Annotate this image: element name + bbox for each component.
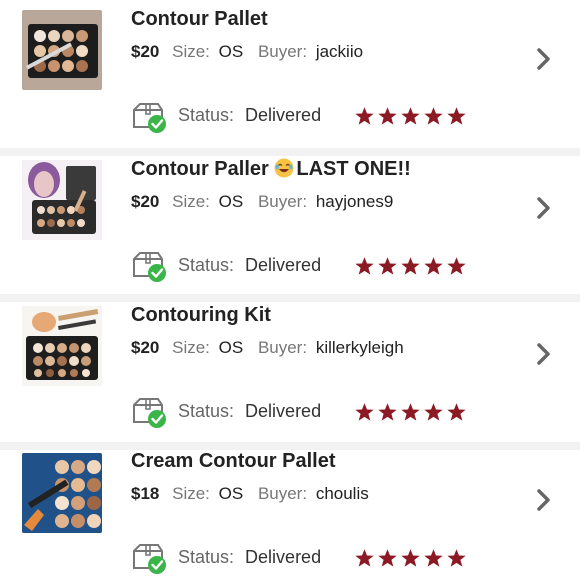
rating-stars [354,106,467,126]
star-icon [447,549,466,567]
chevron-right-icon[interactable] [534,47,554,71]
item-title: Contour Paller LAST ONE!! [131,158,411,181]
star-icon [378,403,397,421]
star-icon [424,403,443,421]
buyer-label: Buyer: [257,42,308,61]
size-value: OS [218,42,244,61]
product-thumbnail [22,160,102,240]
status-label: Status: [178,105,235,125]
delivered-box-icon [133,252,166,282]
item-meta: $20 Size: OS Buyer: killerkyleigh [131,338,414,358]
item-price: $20 [131,42,160,61]
list-item[interactable]: Contour Pallet $20 Size: OS Buyer: jacki… [0,0,580,148]
buyer-label: Buyer: [257,338,308,357]
buyer-name: hayjones9 [315,192,394,211]
delivered-box-icon [133,544,166,574]
status-value: Delivered [245,547,322,567]
chevron-right-icon[interactable] [534,342,554,366]
item-title: Contour Pallet [131,8,268,30]
star-icon [378,549,397,567]
status-value: Delivered [245,401,322,421]
star-icon [355,257,374,275]
product-thumbnail [22,453,102,533]
buyer-name: choulis [315,484,369,503]
divider [0,442,580,450]
list-item[interactable]: Contouring Kit $20 Size: OS Buyer: kille… [0,302,580,442]
chevron-right-icon[interactable] [534,196,554,220]
size-label: Size: [172,42,210,61]
delivered-box-icon [133,103,166,133]
star-icon [447,107,466,125]
divider [0,148,580,156]
item-meta: $20 Size: OS Buyer: jackiio [131,42,373,62]
star-icon [424,257,443,275]
item-price: $20 [131,192,160,211]
star-icon [355,107,374,125]
star-icon [424,107,443,125]
status-value: Delivered [245,105,322,125]
status-line: Status: Delivered [178,401,321,422]
laughing-face-icon [274,158,294,178]
sales-list: Contour Pallet $20 Size: OS Buyer: jacki… [0,0,580,580]
status-line: Status: Delivered [178,255,321,276]
size-value: OS [218,484,244,503]
item-meta: $18 Size: OS Buyer: choulis [131,484,379,504]
status-label: Status: [178,547,235,567]
status-label: Status: [178,255,235,275]
star-icon [447,403,466,421]
rating-stars [354,256,467,276]
item-price: $20 [131,338,160,357]
star-icon [378,257,397,275]
divider [0,294,580,302]
item-title-suffix: LAST ONE!! [296,158,411,180]
rating-stars [354,402,467,422]
item-title-text: Contour Paller [131,158,275,180]
star-icon [401,107,420,125]
buyer-name: killerkyleigh [315,338,404,357]
item-meta: $20 Size: OS Buyer: hayjones9 [131,192,403,212]
size-value: OS [218,338,244,357]
star-icon [401,549,420,567]
star-icon [401,257,420,275]
delivered-box-icon [133,398,166,428]
status-line: Status: Delivered [178,547,321,568]
buyer-label: Buyer: [257,484,308,503]
size-value: OS [218,192,244,211]
list-item[interactable]: Contour Paller LAST ONE!! $20 Size: OS B… [0,156,580,294]
star-icon [424,549,443,567]
item-title: Cream Contour Pallet [131,450,336,472]
size-label: Size: [172,192,210,211]
product-thumbnail [22,10,102,90]
star-icon [355,403,374,421]
chevron-right-icon[interactable] [534,488,554,512]
star-icon [355,549,374,567]
product-thumbnail [22,306,102,386]
star-icon [401,403,420,421]
status-line: Status: Delivered [178,105,321,126]
star-icon [378,107,397,125]
buyer-name: jackiio [315,42,364,61]
size-label: Size: [172,484,210,503]
item-price: $18 [131,484,160,503]
item-title: Contouring Kit [131,304,271,326]
list-item[interactable]: Cream Contour Pallet $18 Size: OS Buyer:… [0,450,580,580]
status-value: Delivered [245,255,322,275]
size-label: Size: [172,338,210,357]
star-icon [447,257,466,275]
buyer-label: Buyer: [257,192,308,211]
status-label: Status: [178,401,235,421]
rating-stars [354,548,467,568]
